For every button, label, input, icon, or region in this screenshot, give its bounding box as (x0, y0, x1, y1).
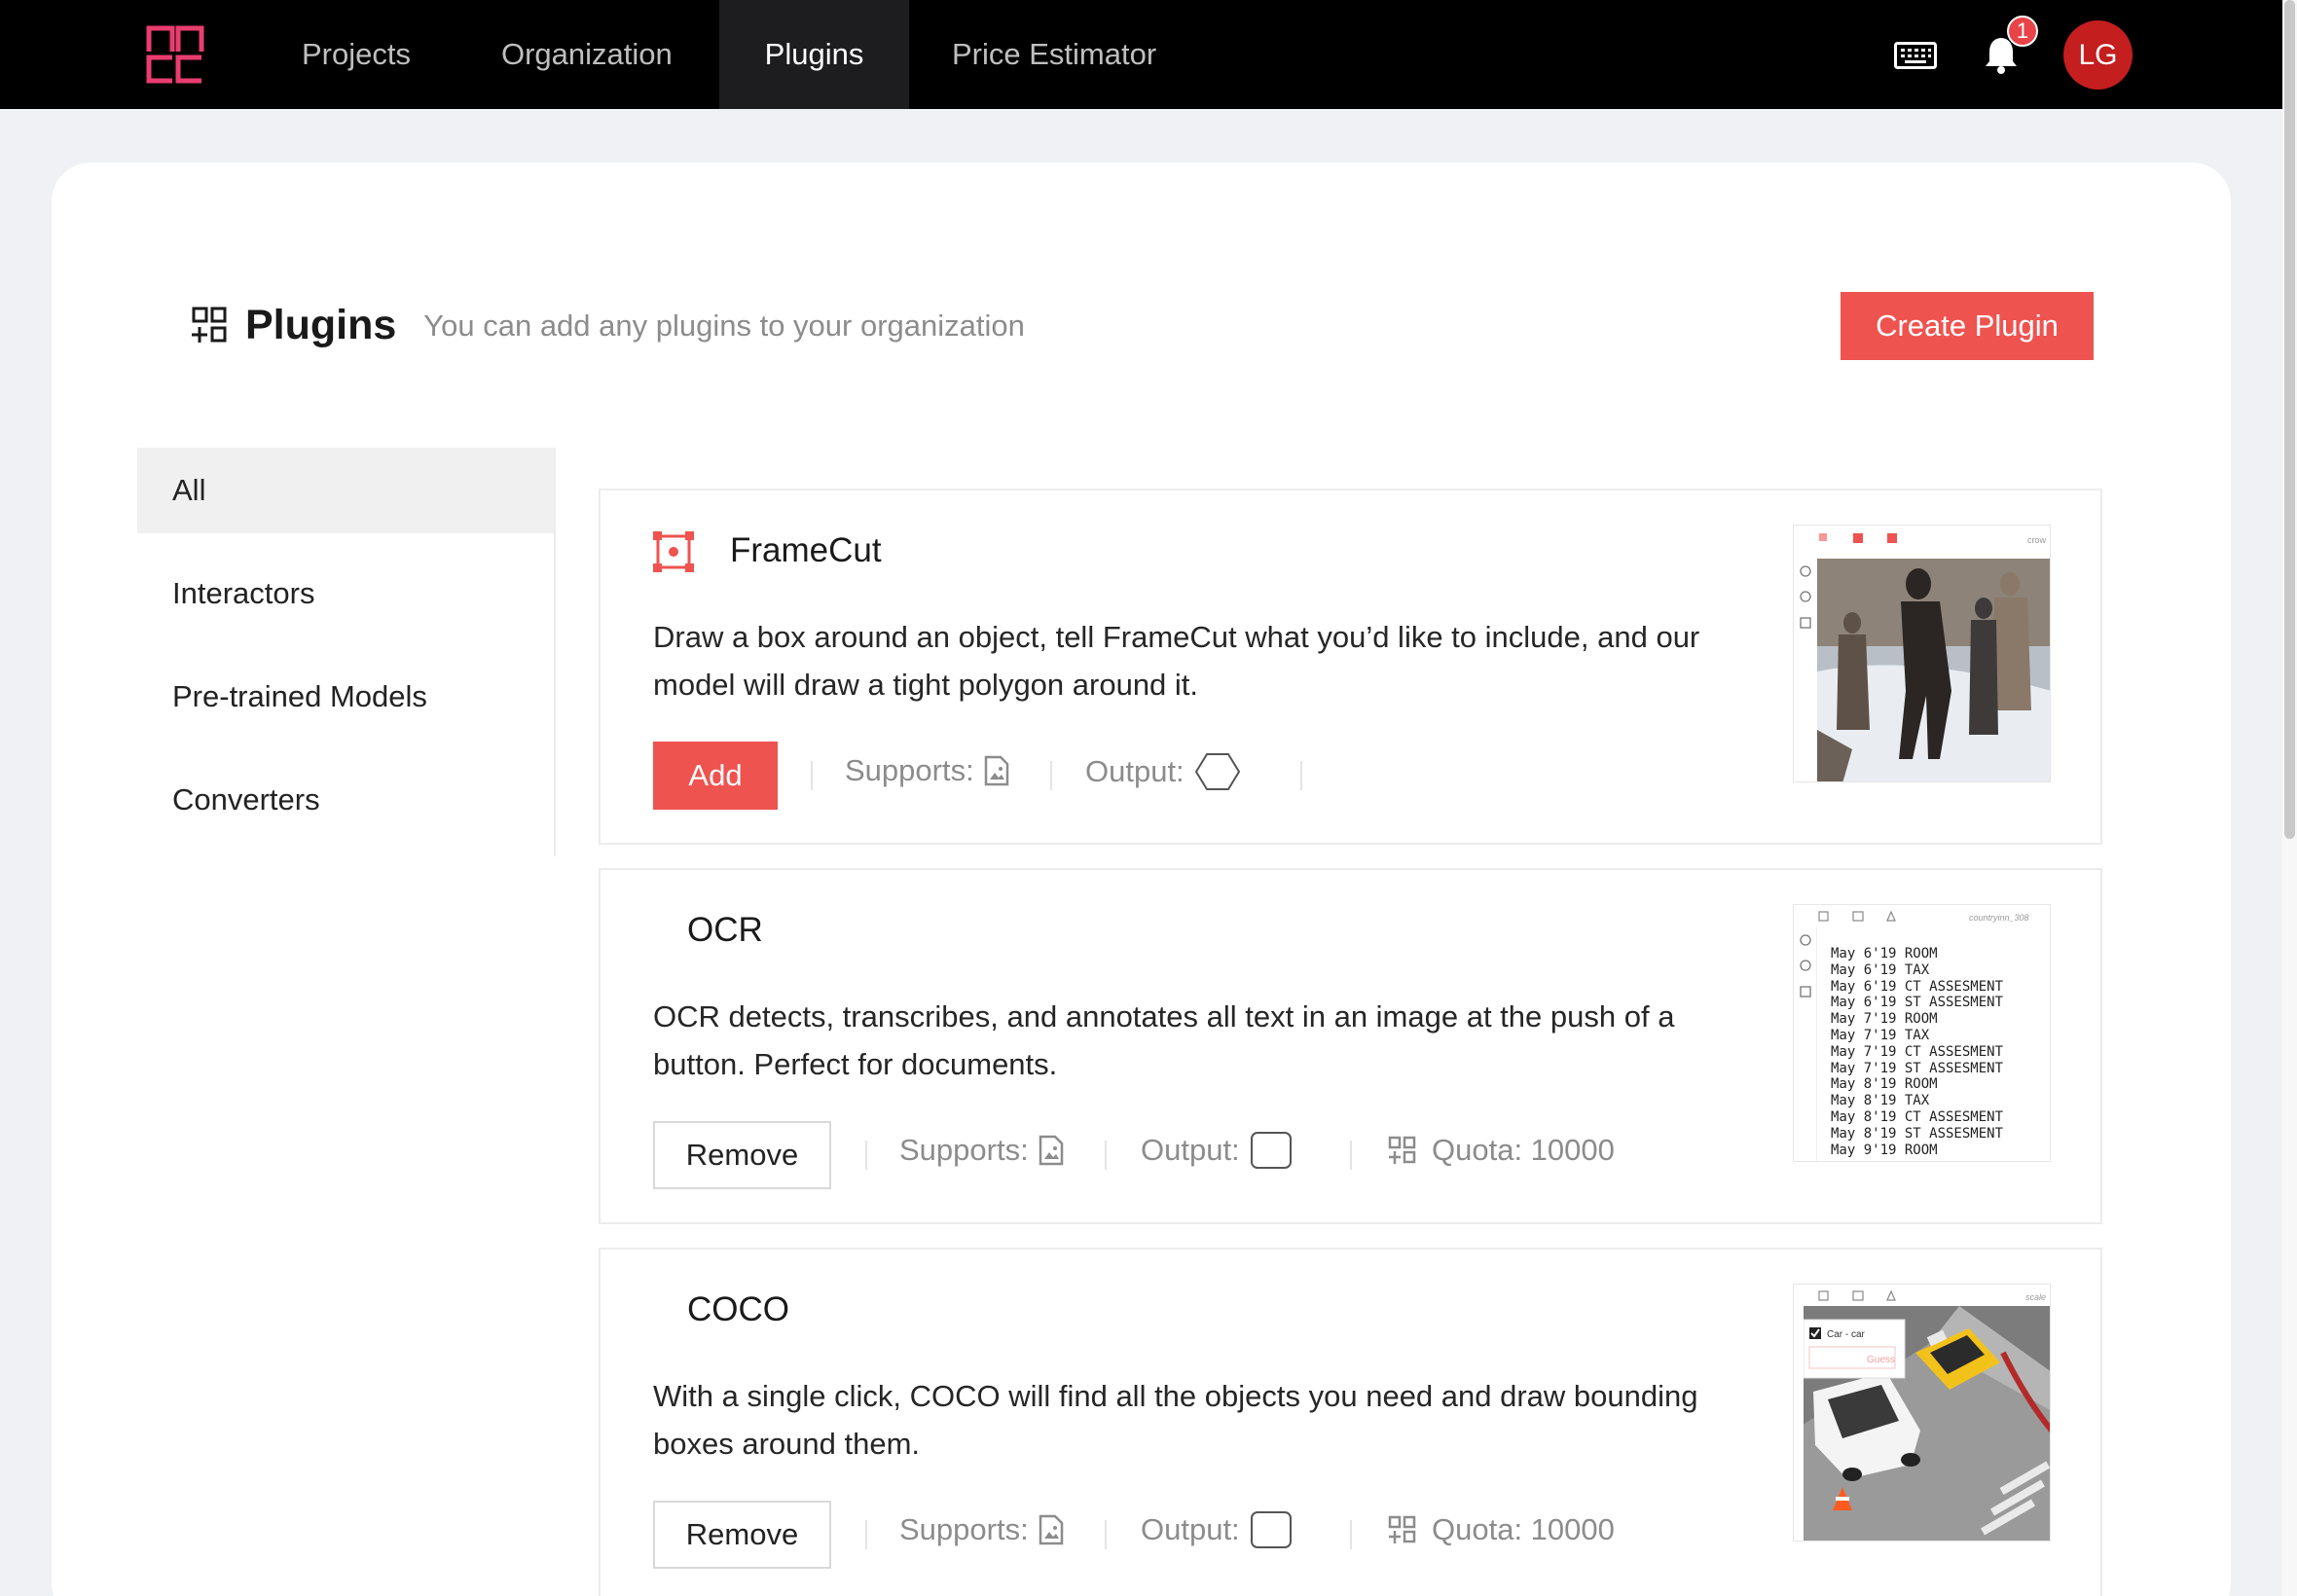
image-file-icon (984, 755, 1008, 786)
ocr-preview-image: countryinn_308 May 6'19 ROOM May 6'19 TA… (1793, 904, 2051, 1162)
keyboard-icon[interactable] (1894, 42, 1937, 69)
supports-label: Supports: (845, 753, 974, 787)
divider (1105, 1520, 1107, 1549)
svg-text:crow: crow (2027, 535, 2047, 545)
output-label: Output: (1141, 1512, 1240, 1546)
plugin-description: With a single click, COCO will find all … (653, 1379, 1698, 1461)
page-subtitle: You can add any plugins to your organiza… (423, 308, 1025, 343)
sidebar-item-converters[interactable]: Converters (137, 757, 554, 843)
user-avatar[interactable]: LG (2063, 20, 2133, 90)
coco-preview-image: scale Car - car Guess (1793, 1284, 2051, 1542)
add-plugin-button[interactable]: Add (653, 742, 778, 810)
quota-grid-icon (1388, 1136, 1416, 1164)
framecut-icon (653, 531, 694, 572)
remove-plugin-button[interactable]: Remove (653, 1121, 831, 1189)
sidebar-item-all[interactable]: All (137, 448, 554, 533)
nav-tab-projects[interactable]: Projects (259, 0, 454, 109)
quota-grid-icon (1388, 1515, 1416, 1543)
create-plugin-button[interactable]: Create Plugin (1841, 292, 2094, 360)
supports-info: Supports: (899, 1133, 1064, 1168)
quota-label: Quota: 10000 (1432, 1133, 1615, 1167)
polygon-icon (1194, 753, 1240, 790)
top-navbar: Projects Organization Plugins Price Esti… (0, 0, 2282, 109)
nav-tab-price-estimator[interactable]: Price Estimator (909, 0, 1199, 109)
plugin-name: FrameCut (730, 531, 882, 569)
framecut-preview-image: crow (1793, 525, 2051, 782)
output-label: Output: (1141, 1133, 1240, 1167)
category-sidebar: All Interactors Pre-trained Models Conve… (137, 448, 556, 856)
plugin-card-ocr: OCR OCR detects, transcribes, and annota… (599, 868, 2102, 1224)
image-file-icon (1039, 1135, 1063, 1166)
notification-badge: 1 (2007, 16, 2038, 47)
supports-label: Supports: (899, 1133, 1029, 1167)
supports-info: Supports: (845, 753, 1009, 788)
logo-icon[interactable] (146, 25, 204, 84)
ocr-sample-text: May 6'19 ROOM May 6'19 TAX May 6'19 CT A… (1831, 946, 2004, 1158)
plugin-name: COCO (687, 1290, 789, 1328)
page-header: Plugins You can add any plugins to your … (189, 302, 1025, 349)
divider (1350, 1520, 1352, 1549)
divider (1105, 1141, 1107, 1170)
sidebar-item-pretrained-models[interactable]: Pre-trained Models (137, 654, 554, 740)
output-info: Output: (1085, 751, 1241, 792)
divider (865, 1520, 867, 1549)
quota-info: Quota: 10000 (1387, 1512, 1615, 1547)
image-file-icon (1039, 1514, 1063, 1545)
plugin-card-coco: COCO With a single click, COCO will find… (599, 1248, 2102, 1596)
plugin-description: OCR detects, transcribes, and annotates … (653, 999, 1675, 1081)
nav-tab-plugins[interactable]: Plugins (719, 0, 909, 109)
page-title: Plugins (245, 302, 397, 348)
supports-info: Supports: (899, 1512, 1064, 1547)
output-info: Output: (1141, 1510, 1293, 1549)
divider (1350, 1141, 1352, 1170)
divider (1050, 761, 1052, 790)
remove-plugin-button[interactable]: Remove (653, 1501, 831, 1569)
rectangle-icon (1250, 1511, 1292, 1548)
output-info: Output: (1141, 1131, 1293, 1170)
quota-label: Quota: 10000 (1432, 1512, 1615, 1546)
divider (811, 761, 813, 790)
svg-text:scale: scale (2025, 1292, 2046, 1302)
sidebar-item-interactors[interactable]: Interactors (137, 551, 554, 636)
nav-tab-organization[interactable]: Organization (458, 0, 715, 109)
divider (865, 1141, 867, 1170)
divider (1300, 761, 1302, 790)
plugin-card-framecut: FrameCut Draw a box around an object, te… (599, 489, 2102, 845)
quota-info: Quota: 10000 (1387, 1133, 1615, 1168)
svg-text:countryinn_308: countryinn_308 (1969, 913, 2029, 923)
plugin-description: Draw a box around an object, tell FrameC… (653, 620, 1700, 702)
svg-text:Guess: Guess (1867, 1355, 1895, 1365)
plugins-grid-icon (192, 307, 227, 343)
svg-text:Car - car: Car - car (1827, 1329, 1866, 1340)
scrollbar-thumb[interactable] (2284, 0, 2295, 839)
plugin-name: OCR (687, 911, 763, 949)
rectangle-icon (1250, 1132, 1292, 1169)
output-label: Output: (1085, 754, 1185, 788)
supports-label: Supports: (899, 1512, 1029, 1546)
